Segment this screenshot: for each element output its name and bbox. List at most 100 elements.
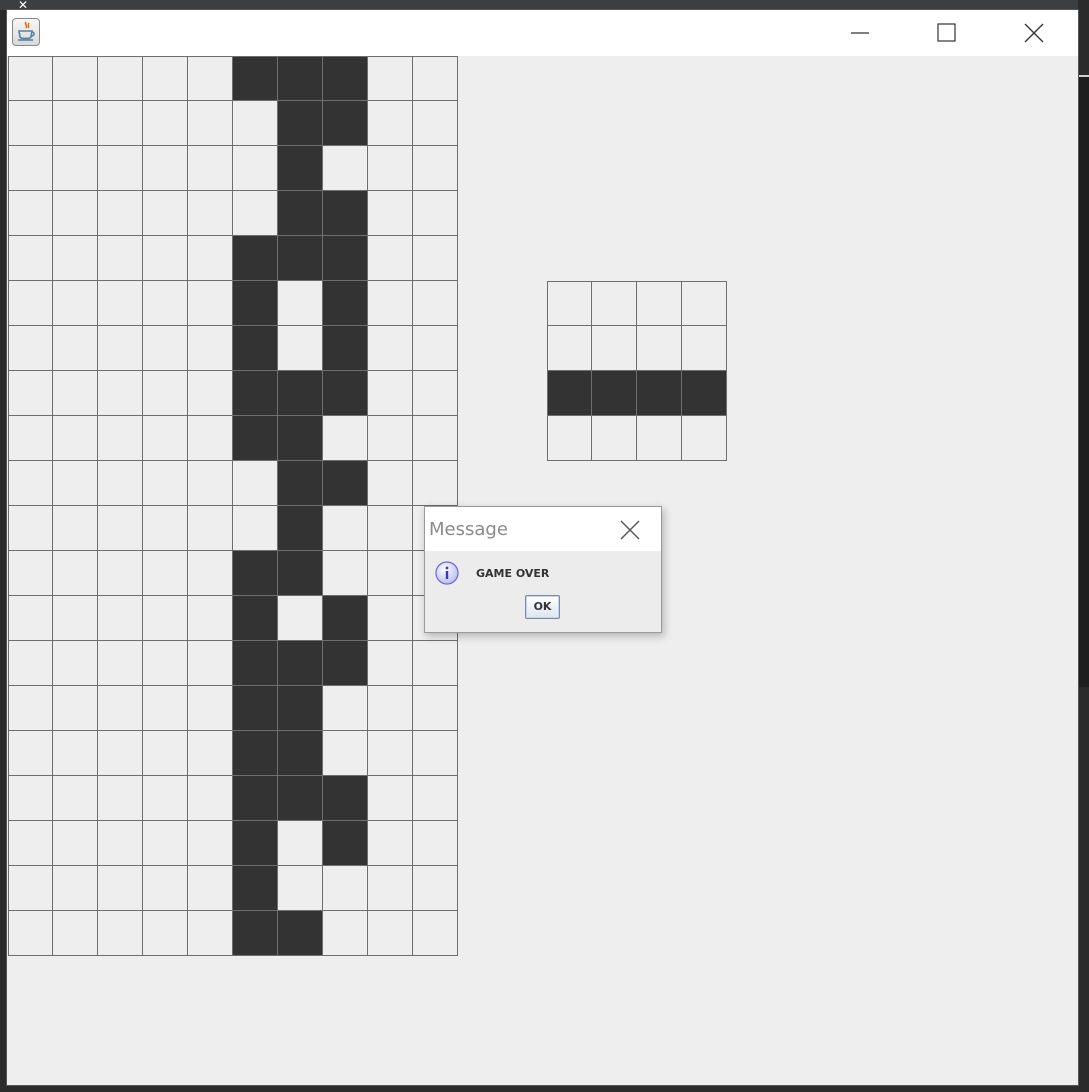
board-empty-cell [413, 236, 458, 281]
board-empty-cell [413, 821, 458, 866]
board-empty-cell [143, 416, 188, 461]
game-board [8, 56, 458, 956]
dialog-close-button[interactable] [615, 515, 645, 545]
board-empty-cell [53, 866, 98, 911]
board-empty-cell [53, 191, 98, 236]
board-filled-cell [278, 461, 323, 506]
board-empty-cell [143, 191, 188, 236]
preview-empty-cell [592, 416, 637, 461]
board-empty-cell [143, 731, 188, 776]
board-empty-cell [413, 101, 458, 146]
board-empty-cell [413, 191, 458, 236]
board-empty-cell [143, 821, 188, 866]
close-icon [1024, 23, 1044, 43]
board-filled-cell [323, 56, 368, 101]
board-empty-cell [98, 866, 143, 911]
board-empty-cell [413, 326, 458, 371]
board-empty-cell [323, 686, 368, 731]
board-empty-cell [188, 146, 233, 191]
board-empty-cell [368, 551, 413, 596]
board-empty-cell [368, 371, 413, 416]
board-empty-cell [143, 866, 188, 911]
preview-filled-cell [682, 371, 727, 416]
board-empty-cell [368, 506, 413, 551]
board-empty-cell [188, 281, 233, 326]
board-empty-cell [8, 146, 53, 191]
board-empty-cell [368, 866, 413, 911]
board-empty-cell [368, 101, 413, 146]
board-empty-cell [368, 461, 413, 506]
board-filled-cell [323, 281, 368, 326]
board-empty-cell [8, 686, 53, 731]
preview-filled-cell [547, 371, 592, 416]
board-empty-cell [53, 236, 98, 281]
board-filled-cell [233, 236, 278, 281]
java-cup-icon[interactable] [12, 18, 40, 46]
board-empty-cell [98, 821, 143, 866]
board-filled-cell [233, 731, 278, 776]
dialog-titlebar[interactable]: Message [425, 507, 661, 551]
board-empty-cell [143, 506, 188, 551]
board-empty-cell [143, 146, 188, 191]
window-titlebar[interactable] [7, 10, 1078, 56]
board-empty-cell [8, 461, 53, 506]
board-empty-cell [98, 731, 143, 776]
board-empty-cell [413, 686, 458, 731]
board-empty-cell [8, 731, 53, 776]
board-empty-cell [368, 641, 413, 686]
board-empty-cell [98, 551, 143, 596]
board-empty-cell [53, 776, 98, 821]
board-empty-cell [323, 551, 368, 596]
preview-empty-cell [682, 416, 727, 461]
board-empty-cell [98, 776, 143, 821]
board-empty-cell [188, 416, 233, 461]
board-filled-cell [323, 371, 368, 416]
board-empty-cell [188, 191, 233, 236]
close-icon [620, 520, 640, 540]
board-filled-cell [233, 551, 278, 596]
board-empty-cell [323, 866, 368, 911]
board-empty-cell [413, 146, 458, 191]
board-filled-cell [323, 461, 368, 506]
board-filled-cell [278, 146, 323, 191]
board-empty-cell [98, 371, 143, 416]
ok-button[interactable]: OK [525, 595, 560, 619]
board-empty-cell [98, 461, 143, 506]
board-filled-cell [278, 101, 323, 146]
board-empty-cell [53, 686, 98, 731]
board-empty-cell [53, 506, 98, 551]
dialog-title: Message [429, 519, 508, 540]
board-empty-cell [98, 596, 143, 641]
board-empty-cell [368, 686, 413, 731]
next-piece-preview [547, 281, 727, 461]
board-empty-cell [368, 911, 413, 956]
board-empty-cell [188, 551, 233, 596]
board-empty-cell [143, 56, 188, 101]
board-empty-cell [8, 371, 53, 416]
board-empty-cell [98, 506, 143, 551]
board-empty-cell [143, 551, 188, 596]
minimize-button[interactable] [837, 10, 883, 56]
board-empty-cell [143, 641, 188, 686]
maximize-icon [937, 23, 956, 42]
board-empty-cell [278, 821, 323, 866]
board-empty-cell [413, 776, 458, 821]
board-empty-cell [233, 506, 278, 551]
board-filled-cell [233, 641, 278, 686]
board-empty-cell [188, 326, 233, 371]
board-empty-cell [278, 281, 323, 326]
board-empty-cell [368, 596, 413, 641]
board-filled-cell [278, 776, 323, 821]
board-empty-cell [53, 596, 98, 641]
board-filled-cell [233, 596, 278, 641]
board-empty-cell [368, 326, 413, 371]
board-empty-cell [143, 461, 188, 506]
maximize-button[interactable] [923, 10, 969, 56]
board-empty-cell [413, 416, 458, 461]
close-button[interactable] [1010, 10, 1056, 56]
preview-empty-cell [637, 281, 682, 326]
board-empty-cell [53, 326, 98, 371]
board-filled-cell [323, 191, 368, 236]
board-empty-cell [188, 866, 233, 911]
board-empty-cell [188, 641, 233, 686]
